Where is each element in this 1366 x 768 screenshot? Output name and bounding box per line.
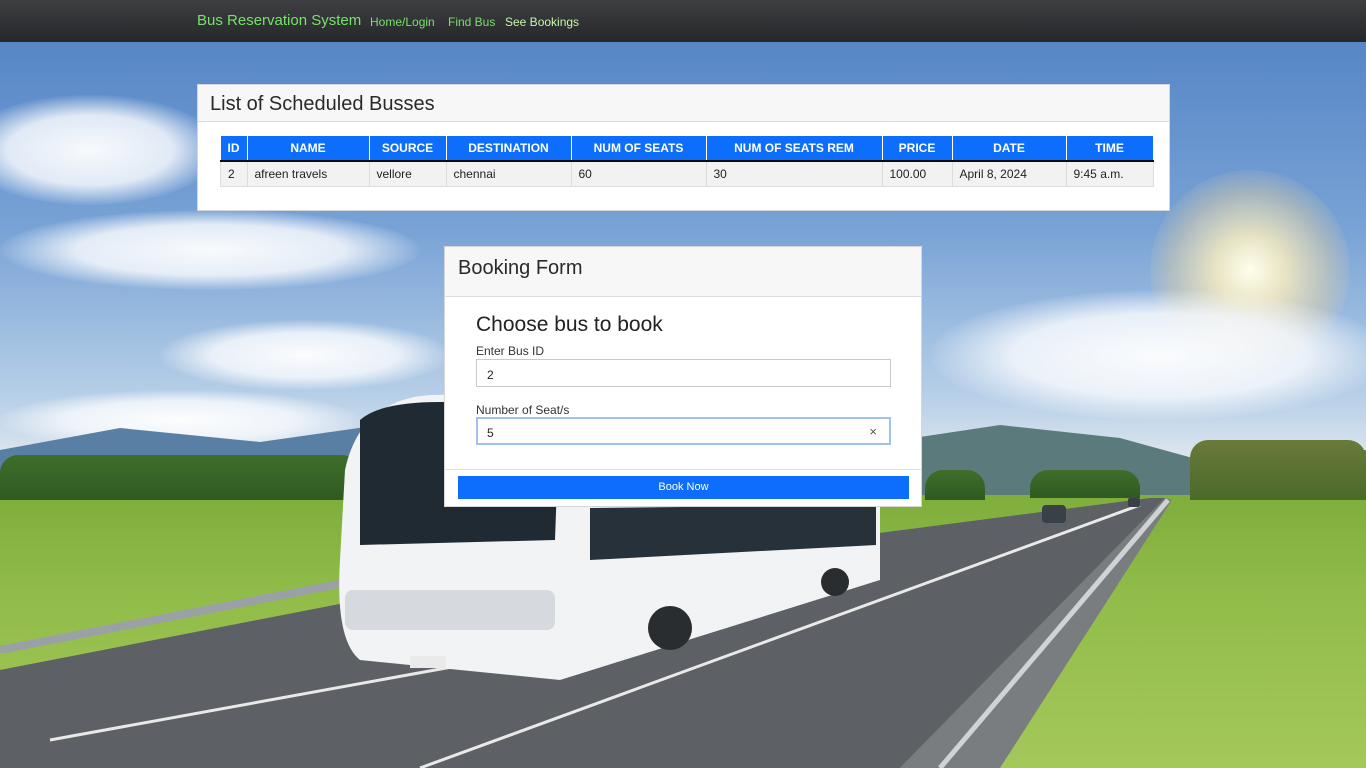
table-row: 2 afreen travels vellore chennai 60 30 1… bbox=[220, 160, 1154, 187]
brand-title[interactable]: Bus Reservation System bbox=[197, 12, 361, 29]
busses-table: ID NAME SOURCE DESTINATION NUM OF SEATS … bbox=[220, 136, 1154, 187]
column-header-name: NAME bbox=[247, 136, 370, 162]
cell-price: 100.00 bbox=[881, 160, 953, 187]
cell-source: vellore bbox=[368, 160, 447, 187]
bus-id-label: Enter Bus ID bbox=[476, 344, 545, 358]
column-header-num-seats-rem: NUM OF SEATS REM bbox=[706, 136, 883, 162]
booking-form-panel: Booking Form Choose bus to book Enter Bu… bbox=[444, 246, 922, 507]
nav-find-bus[interactable]: Find Bus bbox=[448, 15, 495, 29]
cell-destination: chennai bbox=[445, 160, 572, 187]
table-header-row: ID NAME SOURCE DESTINATION NUM OF SEATS … bbox=[220, 136, 1154, 162]
clear-icon[interactable]: × bbox=[869, 424, 877, 439]
column-header-id: ID bbox=[220, 136, 248, 162]
book-now-button[interactable]: Book Now bbox=[458, 476, 909, 499]
column-header-source: SOURCE bbox=[369, 136, 447, 162]
bus-id-value: 2 bbox=[487, 368, 494, 382]
panel-title: Booking Form bbox=[445, 247, 921, 297]
form-heading: Choose bus to book bbox=[476, 313, 663, 336]
nav-home-login[interactable]: Home/Login bbox=[370, 15, 435, 29]
column-header-num-seats: NUM OF SEATS bbox=[571, 136, 707, 162]
seats-value: 5 bbox=[487, 426, 494, 440]
divider bbox=[445, 469, 921, 470]
panel-title: List of Scheduled Busses bbox=[198, 85, 1169, 122]
column-header-price: PRICE bbox=[882, 136, 953, 162]
scheduled-busses-panel: List of Scheduled Busses ID NAME SOURCE … bbox=[197, 84, 1170, 211]
seats-label: Number of Seat/s bbox=[476, 403, 570, 417]
cell-num-seats-rem: 30 bbox=[705, 160, 883, 187]
nav-see-bookings[interactable]: See Bookings bbox=[505, 15, 579, 29]
cell-time: 9:45 a.m. bbox=[1065, 160, 1154, 187]
bus-id-input[interactable]: 2 bbox=[476, 359, 891, 387]
seats-input[interactable]: 5 × bbox=[476, 417, 891, 445]
cell-date: April 8, 2024 bbox=[951, 160, 1067, 187]
column-header-time: TIME bbox=[1066, 136, 1154, 162]
cell-name: afreen travels bbox=[246, 160, 370, 187]
cell-num-seats: 60 bbox=[570, 160, 707, 187]
nav-logout[interactable]: Logout bbox=[588, 15, 625, 29]
column-header-date: DATE bbox=[952, 136, 1067, 162]
column-header-destination: DESTINATION bbox=[446, 136, 572, 162]
cell-id: 2 bbox=[220, 160, 248, 187]
top-navbar: Bus Reservation System Home/Login Find B… bbox=[0, 0, 1366, 42]
